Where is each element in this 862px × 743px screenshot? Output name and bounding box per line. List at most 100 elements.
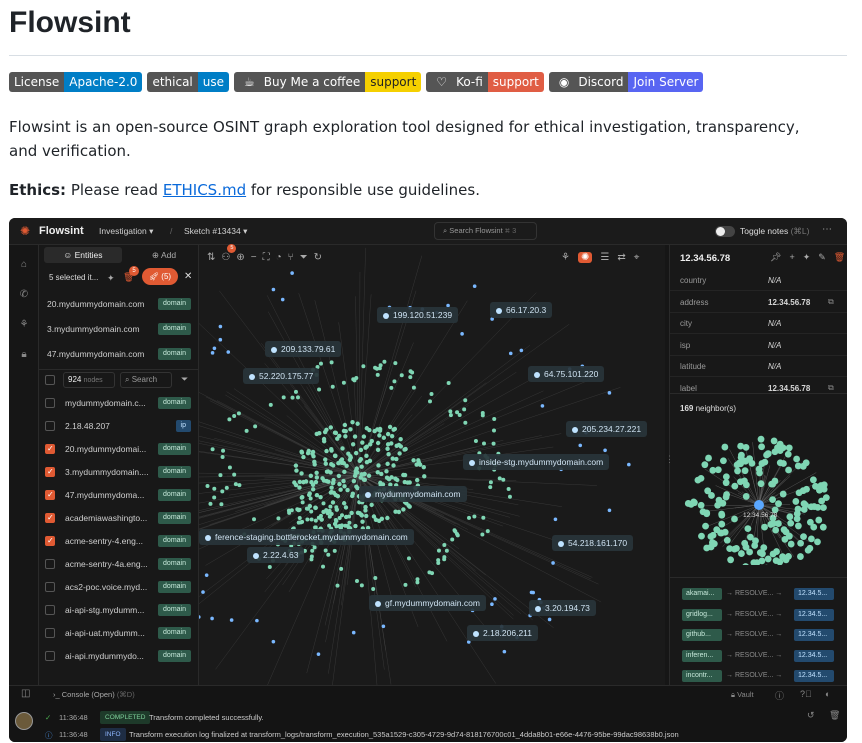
neighbor-node[interactable] [742,481,750,489]
graph-node[interactable] [341,380,346,385]
graph-node[interactable] [362,471,367,477]
graph-node[interactable] [394,443,399,449]
neighbor-node[interactable] [698,532,705,540]
relation-target[interactable]: 12.34.5... [794,608,834,621]
graph-node[interactable] [369,502,374,508]
neighbor-node[interactable] [814,503,822,511]
graph-node[interactable] [410,370,415,375]
neighbor-node[interactable] [741,467,749,475]
graph-node[interactable] [218,337,223,342]
relation-row[interactable]: gridlog... → RESOLVE... → 12.34.5... [670,605,847,625]
graph-node[interactable] [314,492,320,498]
graph-node[interactable] [493,597,497,601]
neighbor-node[interactable] [733,544,740,552]
neighbor-node[interactable] [723,536,731,544]
graph-node[interactable] [232,472,237,477]
share-icon[interactable]: ⑂ [288,252,294,263]
graph-node[interactable] [343,434,348,439]
graph-node[interactable] [448,413,453,418]
neighbor-node[interactable] [792,498,800,505]
neighbor-node[interactable] [800,533,807,541]
graph-node[interactable] [553,517,558,522]
graph-node[interactable] [236,411,241,416]
graph-node[interactable] [472,514,477,519]
graph-node[interactable] [226,350,231,354]
graph-node[interactable] [322,429,328,435]
graph-node[interactable] [292,480,297,485]
entity-checkbox[interactable] [45,651,55,661]
neighbor-node[interactable] [785,444,793,452]
graph-node-label[interactable]: ference-staging.bottlerocket.mydummydoma… [199,529,414,545]
graph-node[interactable] [267,565,272,570]
avatar[interactable] [15,712,33,730]
neighbor-node[interactable] [793,455,801,463]
graph-node[interactable] [442,543,447,548]
graph-node[interactable] [385,431,391,437]
graph-node[interactable] [375,470,380,475]
pin-icon[interactable]: 📌︎ [770,252,781,263]
entity-list-item[interactable]: ai-api-uat.mydumm... domain [39,622,199,645]
graph-node[interactable] [330,463,336,468]
neighbor-node[interactable] [809,476,817,484]
graph-node[interactable] [455,410,460,415]
info-icon[interactable]: ⓘ [775,689,784,702]
graph-node[interactable] [280,297,285,302]
graph-node[interactable] [218,324,223,329]
graph-node-label[interactable]: 199.120.51.239 [377,307,459,323]
graph-node-label[interactable]: 66.17.20.3 [490,302,553,318]
badge-4[interactable]: ◉ Discord Join Server [548,72,704,92]
graph-node[interactable] [488,480,493,485]
graph-node[interactable] [312,545,317,550]
graph-node[interactable] [290,395,295,400]
graph-node[interactable] [403,446,408,452]
graph-node[interactable] [347,520,352,525]
graph-node[interactable] [268,402,273,407]
badge-1[interactable]: ethical use [147,72,229,92]
graph-node[interactable] [354,484,359,489]
graph-node[interactable] [227,465,232,470]
add-icon[interactable]: + [789,252,794,263]
graph-node[interactable] [379,516,385,522]
graph-node[interactable] [387,424,393,430]
graph-node[interactable] [507,494,512,499]
ethics-link[interactable]: ETHICS.md [163,181,246,199]
graph-node[interactable] [333,492,339,498]
entity-list-item[interactable]: acme-sentry-4a.eng... domain [39,553,199,576]
graph-node[interactable] [314,470,319,476]
graph-node[interactable] [289,508,294,513]
graph-node[interactable] [199,615,201,619]
graph-node[interactable] [305,517,310,522]
graph-node[interactable] [353,471,358,476]
neighbor-node[interactable] [761,523,768,531]
graph-node[interactable] [607,391,612,395]
relation-row[interactable]: incontr... → RESOLVE... → 12.34.5... [670,666,847,686]
entity-checkbox[interactable] [45,536,55,546]
graph-node[interactable] [321,436,327,442]
graph-node[interactable] [378,480,383,486]
graph-node[interactable] [354,578,359,583]
graph-node[interactable] [335,583,340,588]
graph-node[interactable] [547,617,552,622]
neighbor-node[interactable] [769,550,777,558]
neighbor-node[interactable] [787,519,795,527]
neighbor-node[interactable] [795,489,803,497]
neighbor-node[interactable] [794,505,802,513]
graph-node[interactable] [393,509,398,514]
neighbor-node[interactable] [779,490,787,498]
graph-node[interactable] [450,537,455,542]
neighbor-node[interactable] [797,553,804,560]
graph-node[interactable] [401,472,406,478]
breadcrumb-sketch[interactable]: Sketch #13434 ▾ [184,226,247,237]
graph-node[interactable] [341,501,347,506]
graph-node[interactable] [347,514,352,519]
graph-node[interactable] [306,506,311,511]
graph-node[interactable] [299,495,304,500]
launch-transform-button[interactable]: 🚀︎ (5) [142,268,178,285]
graph-node[interactable] [312,462,317,467]
neighbor-node[interactable] [694,476,702,484]
global-search[interactable]: ⌕ Search Flowsint ⌘ 3 [434,222,537,240]
graph-node[interactable] [336,473,342,479]
neighbor-node[interactable] [703,510,711,518]
neighbor-node[interactable] [684,500,692,507]
breadcrumb-investigation[interactable]: Investigation ▾ [99,226,153,237]
